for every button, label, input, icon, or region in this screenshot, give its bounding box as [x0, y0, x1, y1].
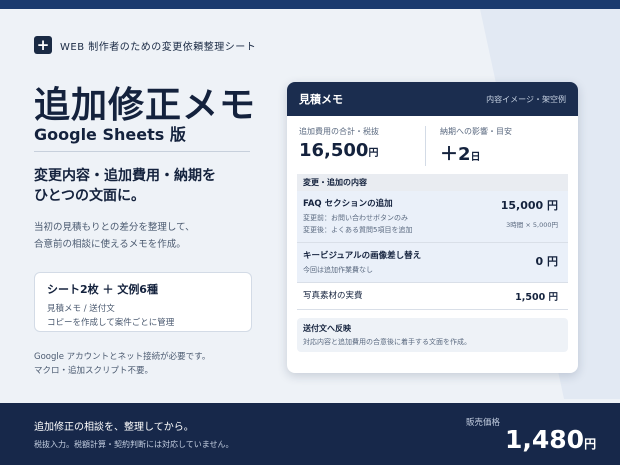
table-row: キービジュアルの画像差し替え 今回は追加作業費なし 0 円 [297, 243, 568, 283]
page-subtitle: Google Sheets 版 [34, 125, 186, 144]
description-line-1: 当初の見積もりとの差分を整理して、 [34, 222, 195, 233]
top-accent-bar [0, 0, 620, 9]
table-row: 写真素材の実費 1,500 円 [297, 283, 568, 310]
headline: 変更内容・追加費用・納期を ひとつの文面に。 [34, 166, 216, 206]
note-line-1: Google アカウントとネット接続が必要です。 [34, 352, 211, 362]
estimate-memo-card: 見積メモ 内容イメージ・架空例 追加費用の合計・税抜 16,500円 納期への影… [287, 82, 578, 373]
send-title: 送付文へ反映 [303, 324, 351, 333]
price-label: 販売価格 [466, 418, 501, 428]
info-line-1: 見積メモ / 送付文 [47, 304, 115, 314]
row-title: キービジュアルの画像差し替え [303, 251, 422, 261]
headline-line-2: ひとつの文面に。 [34, 188, 146, 204]
contents-info-box: シート2枚 ＋ 文例6種 見積メモ / 送付文 コピーを作成して案件ごとに管理 [34, 272, 252, 332]
cost-summary: 追加費用の合計・税抜 16,500円 [299, 126, 425, 166]
row-amount: 0 円 [535, 255, 558, 268]
description: 当初の見積もりとの差分を整理して、 合意前の相談に使えるメモを作成。 [34, 219, 195, 253]
title-divider [34, 151, 250, 152]
headline-line-1: 変更内容・追加費用・納期を [34, 168, 216, 184]
card-summary: 追加費用の合計・税抜 16,500円 納期への影響・目安 ＋2日 [287, 116, 578, 166]
info-title: シート2枚 ＋ 文例6種 [47, 283, 158, 296]
row-amount: 1,500 円 [515, 292, 558, 303]
delay-summary: 納期への影響・目安 ＋2日 [425, 126, 566, 166]
plus-icon: + [34, 36, 52, 54]
row-title: FAQ セクションの追加 [303, 199, 393, 209]
price-value: 1,480円 [505, 425, 597, 454]
card-header: 見積メモ 内容イメージ・架空例 [287, 82, 578, 116]
table-row: FAQ セクションの追加 変更前：お問い合わせボタンのみ 変更後：よくある質問5… [297, 191, 568, 243]
delay-value: ＋2日 [440, 144, 481, 165]
row-note: 今回は追加作業費なし [303, 266, 373, 274]
row-title: 写真素材の実費 [303, 291, 363, 301]
send-text-box: 送付文へ反映 対応内容と追加費用の合意後に着手する文面を作成。 [297, 318, 568, 352]
row-after: 変更後：よくある質問5項目を追加 [303, 226, 413, 234]
eyebrow: + WEB 制作者のための変更依頼整理シート [34, 36, 256, 54]
row-before: 変更前：お問い合わせボタンのみ [303, 214, 408, 222]
footer-disclaimer: 税抜入力。税額計算・契約判断には対応していません。 [34, 440, 234, 449]
cost-label: 追加費用の合計・税抜 [299, 127, 379, 136]
requirements-note: Google アカウントとネット接続が必要です。 マクロ・追加スクリプト不要。 [34, 350, 210, 378]
footer: 追加修正の相談を、整理してから。 税抜入力。税額計算・契約判断には対応していませ… [0, 403, 620, 465]
info-line-2: コピーを作成して案件ごとに管理 [47, 318, 175, 328]
footer-tagline: 追加修正の相談を、整理してから。 [34, 422, 194, 433]
row-calc: 3時間 × 5,000円 [506, 221, 558, 229]
description-line-2: 合意前の相談に使えるメモを作成。 [34, 239, 186, 250]
section-header: 変更・追加の内容 [297, 174, 568, 191]
eyebrow-text: WEB 制作者のための変更依頼整理シート [60, 41, 257, 53]
delay-label: 納期への影響・目安 [440, 127, 512, 136]
cost-value: 16,500円 [299, 140, 379, 161]
note-line-2: マクロ・追加スクリプト不要。 [34, 366, 154, 376]
send-text: 対応内容と追加費用の合意後に着手する文面を作成。 [303, 338, 471, 346]
card-tag: 内容イメージ・架空例 [486, 94, 566, 104]
row-amount: 15,000 円 [500, 199, 558, 212]
card-title: 見積メモ [299, 93, 343, 106]
